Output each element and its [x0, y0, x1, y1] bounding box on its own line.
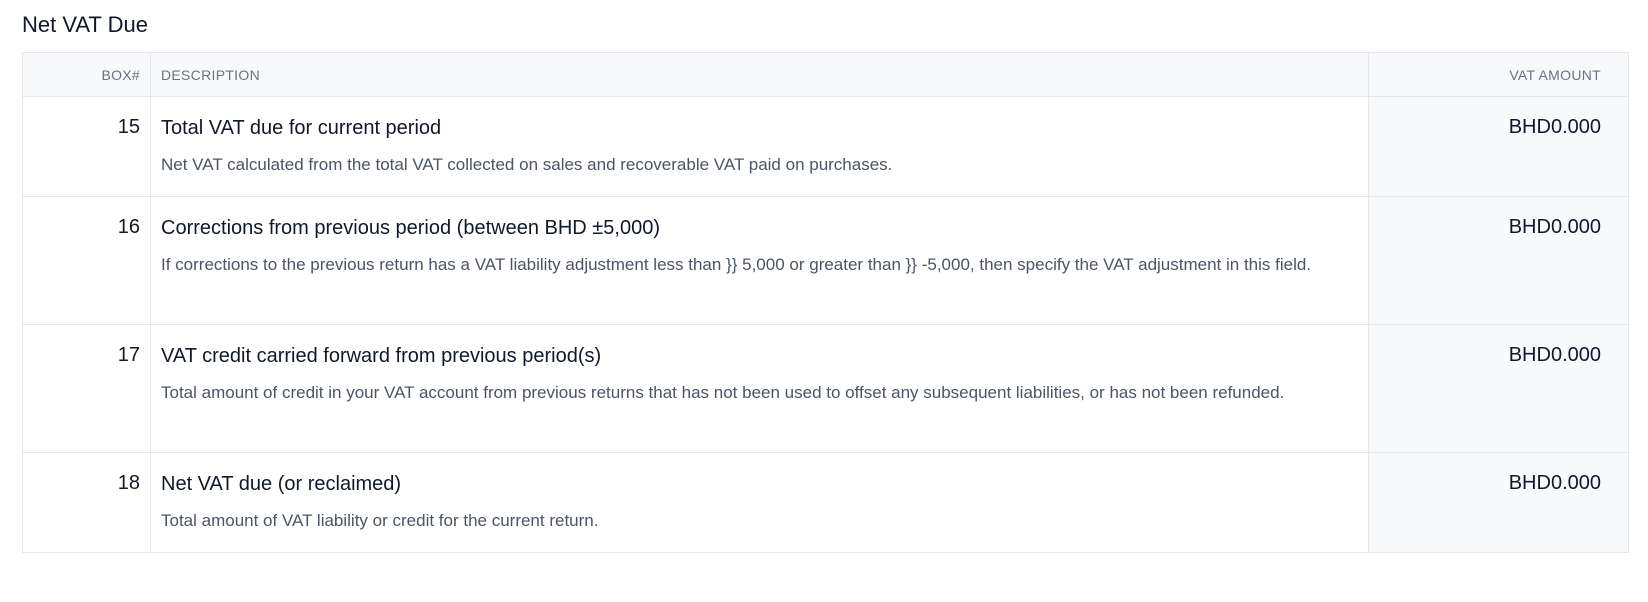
net-vat-due-table: BOX# DESCRIPTION VAT AMOUNT 15 Total VAT… — [22, 52, 1629, 553]
description-title: VAT credit carried forward from previous… — [161, 345, 602, 367]
description-text: Total amount of VAT liability or credit … — [161, 511, 599, 530]
description-text: Net VAT calculated from the total VAT co… — [161, 155, 893, 174]
description-cell: VAT credit carried forward from previous… — [150, 324, 1369, 453]
vat-amount: BHD0.000 — [1368, 324, 1629, 453]
column-header-box: BOX# — [22, 52, 151, 97]
box-number: 18 — [22, 452, 151, 553]
description-text: If corrections to the previous return ha… — [161, 255, 1312, 274]
box-number: 17 — [22, 324, 151, 453]
column-header-description: DESCRIPTION — [150, 52, 1369, 97]
vat-amount: BHD0.000 — [1368, 196, 1629, 325]
description-title: Corrections from previous period (betwee… — [161, 217, 660, 239]
description-cell: Corrections from previous period (betwee… — [150, 196, 1369, 325]
description-cell: Net VAT due (or reclaimed) Total amount … — [150, 452, 1369, 553]
box-number: 16 — [22, 196, 151, 325]
table-row: 16 Corrections from previous period (bet… — [22, 196, 1629, 325]
column-header-vat-amount: VAT AMOUNT — [1368, 52, 1629, 97]
description-text: Total amount of credit in your VAT accou… — [161, 383, 1285, 402]
description-cell: Total VAT due for current period Net VAT… — [150, 96, 1369, 197]
table-row: 15 Total VAT due for current period Net … — [22, 96, 1629, 197]
vat-amount: BHD0.000 — [1368, 452, 1629, 553]
table-row: 17 VAT credit carried forward from previ… — [22, 324, 1629, 453]
description-title: Total VAT due for current period — [161, 117, 442, 139]
vat-amount: BHD0.000 — [1368, 96, 1629, 197]
table-row: 18 Net VAT due (or reclaimed) Total amou… — [22, 452, 1629, 553]
description-title: Net VAT due (or reclaimed) — [161, 473, 402, 495]
section-title: Net VAT Due — [22, 12, 148, 37]
table-header-row: BOX# DESCRIPTION VAT AMOUNT — [22, 52, 1629, 97]
box-number: 15 — [22, 96, 151, 197]
